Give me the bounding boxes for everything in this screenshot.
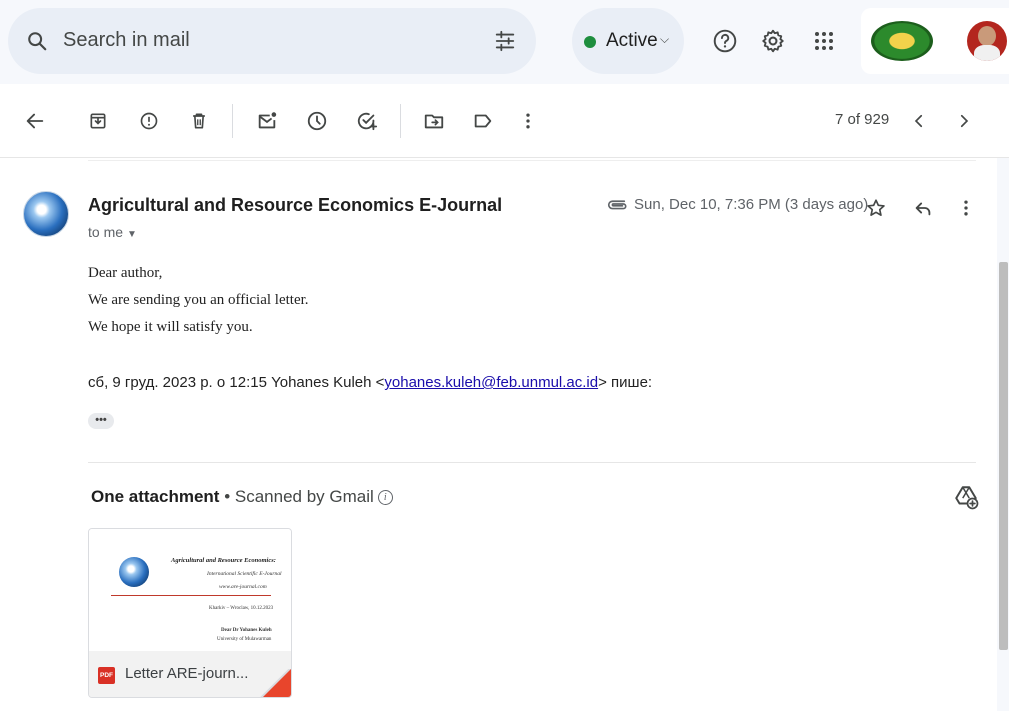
move-to-folder-icon[interactable] bbox=[421, 108, 447, 134]
sender-avatar[interactable] bbox=[23, 191, 69, 237]
attachment-footer[interactable]: PDF Letter ARE-journ... bbox=[89, 651, 291, 697]
body-line: We are sending you an official letter. bbox=[88, 292, 309, 308]
toolbar-divider bbox=[400, 104, 401, 138]
show-trimmed-content-button[interactable]: ••• bbox=[88, 413, 114, 429]
apps-grid-icon[interactable] bbox=[810, 27, 838, 55]
info-icon[interactable]: i bbox=[377, 490, 393, 506]
organization-logo bbox=[871, 21, 933, 61]
header-separator: • bbox=[219, 487, 235, 506]
preview-text: Kharkiv – Wroclaw, 10.12.2023 bbox=[209, 606, 274, 611]
message-more-vertical-icon[interactable] bbox=[952, 194, 980, 222]
account-area[interactable] bbox=[861, 8, 1009, 74]
message-top-rule bbox=[88, 160, 976, 161]
chevron-down-icon: ⌵ bbox=[660, 32, 670, 46]
journal-globe-logo bbox=[119, 557, 149, 587]
search-options-icon[interactable] bbox=[494, 30, 516, 52]
mark-unread-icon[interactable] bbox=[254, 108, 280, 134]
add-to-drive-icon[interactable] bbox=[953, 484, 979, 510]
status-label: Active bbox=[606, 30, 658, 51]
back-arrow-icon[interactable] bbox=[22, 108, 48, 134]
preview-text: www.are-journal.com bbox=[219, 584, 267, 590]
attachment-clip-icon bbox=[607, 200, 627, 210]
attachment-preview[interactable]: Agricultural and Resource Economics: Int… bbox=[89, 529, 291, 651]
message-toolbar: 7 of 929 bbox=[0, 84, 1009, 158]
archive-icon[interactable] bbox=[85, 108, 111, 134]
snooze-clock-icon[interactable] bbox=[304, 108, 330, 134]
recipient-label: to me bbox=[88, 224, 124, 240]
scrollbar-thumb[interactable] bbox=[999, 262, 1008, 650]
body-line: We hope it will satisfy you. bbox=[88, 319, 253, 335]
top-bar: Search in mail Active ⌵ bbox=[0, 0, 1009, 84]
star-icon[interactable] bbox=[862, 194, 890, 222]
message-date: Sun, Dec 10, 7:36 PM (3 days ago) bbox=[634, 196, 869, 213]
attachment-divider bbox=[88, 462, 976, 463]
toolbar-divider bbox=[232, 104, 233, 138]
label-icon[interactable] bbox=[470, 108, 496, 134]
help-icon[interactable] bbox=[711, 27, 739, 55]
newer-chevron-left-icon[interactable] bbox=[906, 108, 932, 134]
preview-text: University of Mulawarman bbox=[217, 637, 272, 642]
body-line: Dear author, bbox=[88, 265, 163, 281]
more-vertical-icon[interactable] bbox=[515, 108, 541, 134]
preview-text: Dear Dr Yohanes Kuleh bbox=[221, 628, 272, 633]
status-selector[interactable]: Active ⌵ bbox=[572, 8, 684, 74]
preview-rule bbox=[111, 595, 271, 596]
attachments-header: One attachment • Scanned by Gmail i bbox=[91, 487, 393, 507]
search-input[interactable]: Search in mail bbox=[63, 29, 190, 52]
attachment-filename[interactable]: Letter ARE-journ... bbox=[125, 665, 248, 682]
pdf-corner-icon bbox=[263, 669, 291, 697]
quote-header: сб, 9 груд. 2023 р. о 12:15 Yohanes Kule… bbox=[88, 374, 652, 391]
caret-down-icon[interactable]: ▼ bbox=[127, 229, 137, 240]
preview-text: International Scientific E-Journal bbox=[207, 571, 282, 577]
settings-gear-icon[interactable] bbox=[759, 27, 787, 55]
quote-suffix: > пише: bbox=[598, 374, 653, 391]
pagination-count: 7 of 929 bbox=[835, 111, 890, 128]
preview-text: Agricultural and Resource Economics: bbox=[171, 557, 276, 564]
attachments-title: One attachment bbox=[91, 487, 220, 506]
quote-email-link[interactable]: yohanes.kuleh@feb.unmul.ac.id bbox=[384, 374, 598, 391]
scan-note: Scanned by Gmail bbox=[234, 487, 374, 506]
delete-trash-icon[interactable] bbox=[186, 108, 212, 134]
add-to-tasks-icon[interactable] bbox=[354, 108, 380, 134]
user-avatar[interactable] bbox=[967, 21, 1007, 61]
status-dot bbox=[584, 36, 596, 48]
search-icon[interactable] bbox=[26, 30, 48, 52]
recipient-details[interactable]: to me ▼ bbox=[88, 224, 137, 240]
report-spam-icon[interactable] bbox=[136, 108, 162, 134]
older-chevron-right-icon[interactable] bbox=[951, 108, 977, 134]
quote-prefix: сб, 9 груд. 2023 р. о 12:15 Yohanes Kule… bbox=[88, 374, 385, 391]
attachment-card[interactable]: Agricultural and Resource Economics: Int… bbox=[88, 528, 292, 698]
pdf-file-icon: PDF bbox=[98, 667, 115, 684]
sender-name[interactable]: Agricultural and Resource Economics E-Jo… bbox=[88, 195, 502, 216]
search-bar[interactable]: Search in mail bbox=[8, 8, 536, 74]
reply-icon[interactable] bbox=[909, 194, 937, 222]
